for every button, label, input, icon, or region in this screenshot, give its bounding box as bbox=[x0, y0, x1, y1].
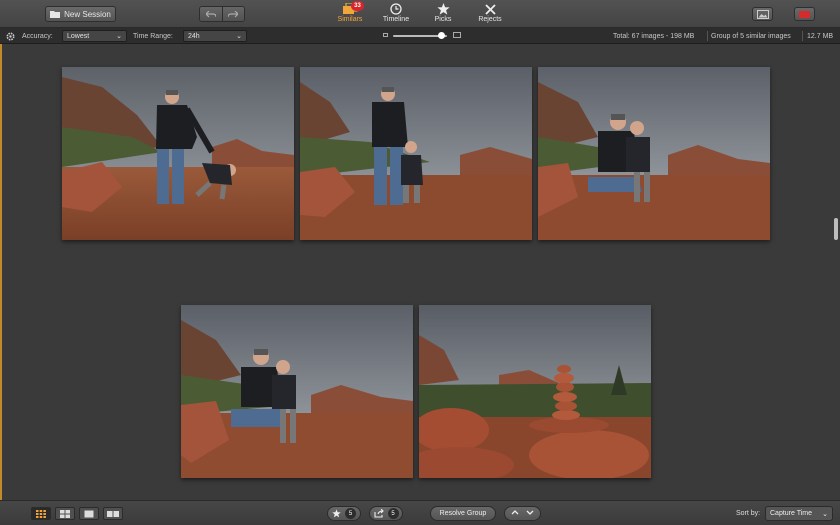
picks-pill-button[interactable]: 5 bbox=[327, 506, 361, 521]
x-icon bbox=[484, 3, 496, 15]
tab-picks-label: Picks bbox=[434, 16, 452, 23]
app-window: New Session Similars 33 Timeline Picks R… bbox=[0, 0, 840, 525]
resolve-group-button[interactable]: Resolve Group bbox=[430, 506, 496, 521]
photo-5-image bbox=[419, 305, 651, 478]
picks-count: 5 bbox=[345, 508, 356, 519]
photo-1-image bbox=[62, 67, 294, 240]
group-nav-buttons bbox=[504, 506, 541, 521]
grid-view-button[interactable] bbox=[31, 507, 51, 520]
image-compare-icon bbox=[756, 9, 769, 19]
side-by-side-icon bbox=[107, 510, 119, 517]
top-toolbar: New Session Similars 33 Timeline Picks R… bbox=[0, 0, 840, 28]
photo-5[interactable] bbox=[419, 305, 651, 478]
bottom-bar: 5 5 Resolve Group Sort by: Capture Time … bbox=[0, 500, 840, 525]
time-range-value: 24h bbox=[188, 32, 200, 40]
compare-view-button[interactable] bbox=[752, 7, 773, 21]
photo-3-image bbox=[538, 67, 770, 240]
sort-by-label: Sort by: bbox=[736, 510, 761, 517]
photo-2-image bbox=[300, 67, 532, 240]
divider bbox=[802, 31, 803, 41]
similars-count-badge: 33 bbox=[351, 1, 364, 11]
chevron-down-icon: ⌄ bbox=[116, 33, 122, 40]
slider-knob[interactable] bbox=[438, 32, 446, 39]
redo-icon bbox=[228, 10, 239, 17]
time-range-label: Time Range: bbox=[133, 32, 173, 40]
settings-gear-button[interactable] bbox=[5, 28, 16, 44]
share-count: 5 bbox=[387, 508, 399, 519]
previous-group-button[interactable] bbox=[511, 510, 519, 517]
new-session-label: New Session bbox=[64, 9, 111, 19]
tab-timeline-label: Timeline bbox=[382, 16, 410, 23]
chevron-down-icon: ⌄ bbox=[822, 510, 828, 518]
grid-icon bbox=[36, 509, 46, 518]
tab-rejects[interactable]: Rejects bbox=[468, 2, 512, 28]
chevron-down-icon: ⌄ bbox=[236, 33, 242, 40]
accuracy-select[interactable]: Lowest ⌄ bbox=[62, 30, 127, 42]
clock-icon bbox=[390, 3, 402, 15]
next-group-button[interactable] bbox=[526, 510, 534, 517]
tab-picks[interactable]: Picks bbox=[421, 2, 465, 28]
single-image-icon bbox=[84, 510, 94, 517]
scrollbar[interactable] bbox=[834, 218, 838, 240]
photo-4[interactable] bbox=[181, 305, 413, 478]
photo-1[interactable] bbox=[62, 67, 294, 240]
single-view-button[interactable] bbox=[79, 507, 99, 520]
divider bbox=[707, 31, 708, 41]
undo-icon bbox=[205, 10, 216, 17]
redo-button[interactable] bbox=[221, 7, 244, 21]
compact-grid-icon bbox=[60, 509, 70, 518]
time-range-select[interactable]: 24h ⌄ bbox=[183, 30, 247, 42]
tab-similars-label: Similars bbox=[337, 16, 363, 23]
photo-3[interactable] bbox=[538, 67, 770, 240]
sort-by-value: Capture Time bbox=[770, 510, 813, 517]
red-flag-icon bbox=[799, 10, 810, 18]
large-thumb-icon bbox=[453, 32, 461, 38]
new-session-button[interactable]: New Session bbox=[45, 6, 116, 22]
star-icon bbox=[332, 509, 341, 518]
undo-button[interactable] bbox=[200, 7, 222, 21]
tab-timeline[interactable]: Timeline bbox=[374, 2, 418, 28]
chevron-down-icon bbox=[526, 510, 534, 515]
left-edge-accent bbox=[0, 44, 2, 500]
options-bar: Accuracy: Lowest ⌄ Time Range: 24h ⌄ Tot… bbox=[0, 28, 840, 44]
star-icon bbox=[436, 3, 450, 15]
export-icon bbox=[373, 509, 384, 518]
compare-view-mode-button[interactable] bbox=[103, 507, 123, 520]
photo-4-image bbox=[181, 305, 413, 478]
photo-2[interactable] bbox=[300, 67, 532, 240]
gear-icon bbox=[6, 31, 15, 41]
tab-similars[interactable]: Similars 33 bbox=[328, 1, 372, 28]
small-thumb-icon bbox=[383, 33, 388, 37]
reject-toggle-button[interactable] bbox=[794, 7, 815, 21]
compact-grid-button[interactable] bbox=[55, 507, 75, 520]
chevron-up-icon bbox=[511, 510, 519, 515]
accuracy-label: Accuracy: bbox=[22, 32, 53, 40]
group-size-label: 12.7 MB bbox=[807, 32, 834, 40]
folder-icon bbox=[50, 11, 61, 18]
group-label: Group of 5 similar images bbox=[711, 32, 791, 40]
accuracy-value: Lowest bbox=[67, 32, 90, 40]
resolve-group-label: Resolve Group bbox=[439, 510, 487, 517]
total-images-label: Total: 67 images - 198 MB bbox=[613, 32, 695, 40]
tab-rejects-label: Rejects bbox=[478, 16, 502, 23]
share-pill-button[interactable]: 5 bbox=[369, 506, 403, 521]
sort-by-select[interactable]: Capture Time ⌄ bbox=[765, 506, 833, 521]
undo-redo-group bbox=[199, 6, 245, 22]
